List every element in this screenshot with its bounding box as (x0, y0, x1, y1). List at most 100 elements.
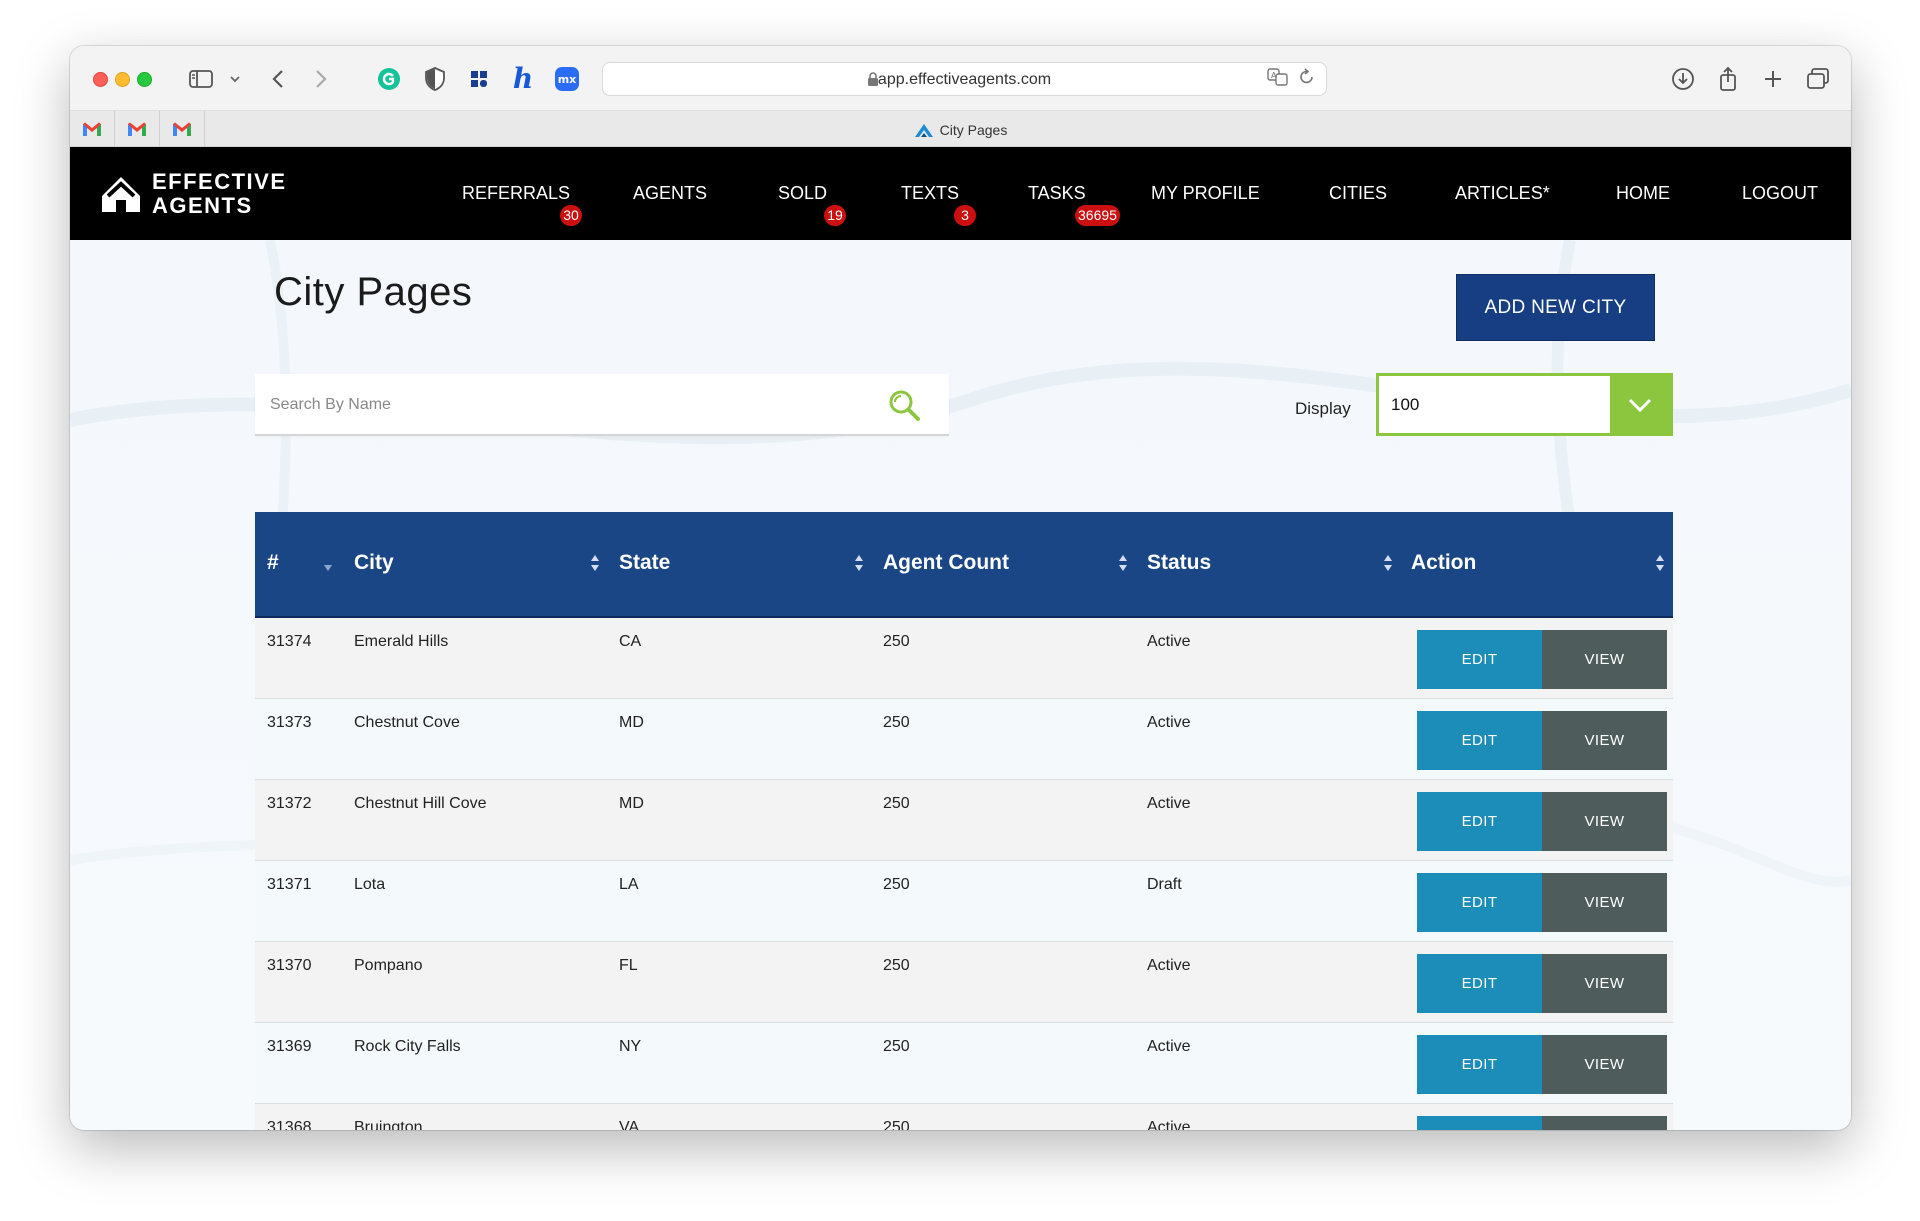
search-input[interactable]: Search By Name (255, 374, 949, 436)
sort-icon[interactable] (1118, 554, 1128, 572)
column-header-action[interactable]: Action (1411, 551, 1476, 575)
column-header-id[interactable]: # (267, 551, 279, 575)
view-button[interactable]: VIEW (1542, 873, 1667, 932)
nav-my-profile[interactable]: MY PROFILE (1151, 183, 1260, 204)
back-icon[interactable] (265, 64, 291, 94)
cell-city: Pompano (354, 957, 423, 974)
nav-home[interactable]: HOME (1616, 183, 1670, 204)
new-tab-icon[interactable] (1760, 64, 1786, 94)
active-tab-title: City Pages (939, 122, 1008, 138)
view-button[interactable]: VIEW (1542, 711, 1667, 770)
cell-agent-count: 250 (883, 795, 910, 812)
sort-desc-icon[interactable] (323, 560, 333, 578)
active-tab[interactable]: City Pages (70, 122, 1851, 138)
nav-tasks[interactable]: TASKS (1028, 183, 1086, 204)
site-logo[interactable]: EFFECTIVE AGENTS (100, 170, 287, 218)
sort-icon[interactable] (1655, 554, 1665, 572)
sort-icon[interactable] (1383, 554, 1393, 572)
logo-line-2: AGENTS (152, 193, 253, 218)
add-new-city-button[interactable]: ADD NEW CITY (1456, 274, 1655, 341)
cell-state: VA (619, 1119, 640, 1130)
reload-icon[interactable] (1299, 68, 1315, 91)
referrals-count-badge: 30 (560, 205, 582, 226)
column-header-status[interactable]: Status (1147, 551, 1211, 575)
view-button[interactable]: VIEW (1542, 954, 1667, 1013)
edit-button[interactable]: EDIT (1417, 954, 1542, 1013)
edit-button[interactable]: EDIT (1417, 1116, 1542, 1130)
table-row: 31371 Lota LA 250 Draft EDIT VIEW (255, 861, 1673, 942)
cell-city: Lota (354, 876, 386, 893)
cities-table: # City State Agent Count Status Action 3… (255, 512, 1673, 1130)
extension-grid-icon[interactable] (466, 64, 492, 94)
page-content: City Pages ADD NEW CITY Search By Name D… (70, 240, 1851, 1130)
table-row: 31374 Emerald Hills CA 250 Active EDIT V… (255, 618, 1673, 699)
search-icon[interactable] (887, 388, 921, 422)
page-title: City Pages (274, 270, 473, 314)
nav-logout[interactable]: LOGOUT (1742, 183, 1818, 204)
dropdown-toggle[interactable] (1610, 376, 1670, 433)
column-header-agent-count[interactable]: Agent Count (883, 551, 1009, 575)
display-count-value: 100 (1391, 395, 1420, 414)
cell-status: Active (1147, 714, 1191, 731)
sold-count-badge: 19 (824, 205, 846, 226)
shield-icon[interactable] (422, 64, 448, 94)
nav-texts[interactable]: TEXTS (901, 183, 959, 204)
mx-extension-icon[interactable]: mx (554, 64, 580, 94)
nav-cities[interactable]: CITIES (1329, 183, 1387, 204)
cell-state: MD (619, 714, 644, 731)
cell-city: Chestnut Cove (354, 714, 460, 731)
cell-status: Active (1147, 795, 1191, 812)
view-button[interactable]: VIEW (1542, 630, 1667, 689)
edit-button[interactable]: EDIT (1417, 792, 1542, 851)
cell-state: LA (619, 876, 639, 893)
cell-state: CA (619, 633, 642, 650)
browser-window: h mx app.effectiveagents.com A City Page… (70, 46, 1851, 1130)
cell-id: 31369 (267, 1038, 312, 1055)
share-icon[interactable] (1715, 64, 1741, 94)
sidebar-icon[interactable] (188, 64, 214, 94)
cell-city: Rock City Falls (354, 1038, 461, 1055)
site-nav: EFFECTIVE AGENTS REFERRALS 30 AGENTS SOL… (70, 147, 1851, 240)
tab-bar: City Pages (70, 111, 1851, 147)
cell-agent-count: 250 (883, 714, 910, 731)
table-header: # City State Agent Count Status Action (255, 512, 1673, 618)
view-button[interactable]: VIEW (1542, 792, 1667, 851)
sort-icon[interactable] (854, 554, 864, 572)
address-bar[interactable]: app.effectiveagents.com A (602, 62, 1327, 96)
cell-city: Chestnut Hill Cove (354, 795, 487, 812)
cell-status: Active (1147, 957, 1191, 974)
translate-icon[interactable]: A (1267, 68, 1289, 91)
close-window-button[interactable] (93, 72, 108, 87)
logo-text: EFFECTIVE AGENTS (152, 170, 287, 218)
column-header-city[interactable]: City (354, 551, 394, 575)
logo-line-1: EFFECTIVE (152, 169, 287, 194)
zoom-window-button[interactable] (137, 72, 152, 87)
chevron-down-icon[interactable] (222, 64, 248, 94)
cell-state: FL (619, 957, 638, 974)
edit-button[interactable]: EDIT (1417, 630, 1542, 689)
edit-button[interactable]: EDIT (1417, 873, 1542, 932)
nav-articles[interactable]: ARTICLES* (1455, 183, 1550, 204)
nav-referrals[interactable]: REFERRALS (462, 183, 570, 204)
minimize-window-button[interactable] (115, 72, 130, 87)
cell-id: 31373 (267, 714, 312, 731)
house-logo-icon (102, 177, 140, 212)
download-icon[interactable] (1670, 64, 1696, 94)
view-button[interactable]: VIEW (1542, 1116, 1667, 1130)
sort-icon[interactable] (590, 554, 600, 572)
nav-agents[interactable]: AGENTS (633, 183, 707, 204)
display-count-select[interactable]: 100 (1376, 373, 1673, 436)
nav-sold[interactable]: SOLD (778, 183, 827, 204)
cell-status: Active (1147, 1119, 1191, 1130)
column-header-state[interactable]: State (619, 551, 670, 575)
forward-icon[interactable] (308, 64, 334, 94)
table-row: 31372 Chestnut Hill Cove MD 250 Active E… (255, 780, 1673, 861)
view-button[interactable]: VIEW (1542, 1035, 1667, 1094)
grammarly-icon[interactable] (376, 64, 402, 94)
svg-text:mx: mx (558, 73, 577, 86)
tasks-count-badge: 36695 (1075, 205, 1120, 226)
edit-button[interactable]: EDIT (1417, 1035, 1542, 1094)
honey-extension-icon[interactable]: h (510, 64, 536, 94)
tab-overview-icon[interactable] (1805, 64, 1831, 94)
edit-button[interactable]: EDIT (1417, 711, 1542, 770)
